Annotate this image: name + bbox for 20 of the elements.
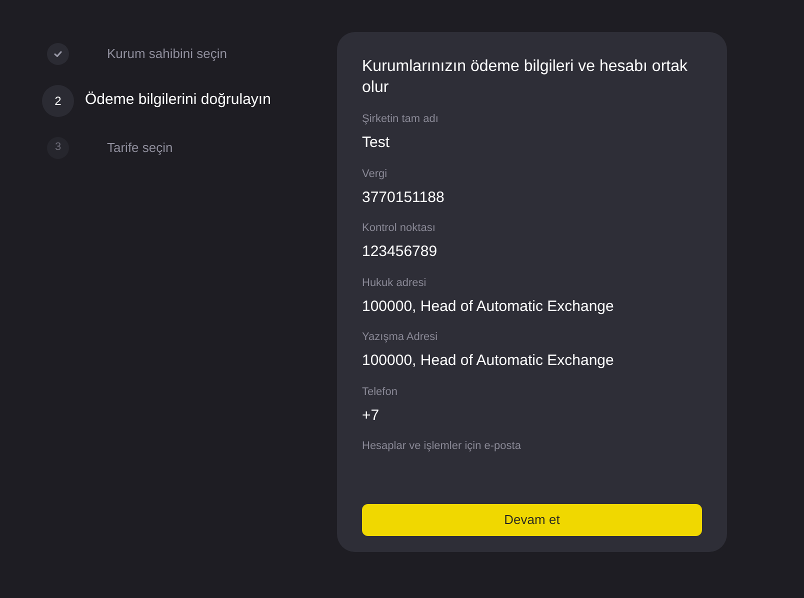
- field-value[interactable]: 100000, Head of Automatic Exchange: [362, 352, 614, 370]
- card-title: Kurumlarınızın ödeme bilgileri ve hesabı ortak olur: [362, 57, 688, 98]
- field-value[interactable]: 3770151188: [362, 188, 444, 206]
- step-label: Kurum sahibini seçin: [107, 44, 227, 63]
- step-number: 2: [42, 84, 74, 116]
- field-value[interactable]: 123456789: [362, 243, 438, 261]
- field-label: Hesaplar ve işlemler için e-posta: [362, 439, 522, 453]
- step-label: Ödeme bilgilerini doğrulayın: [85, 90, 271, 110]
- field-label: Telefon: [362, 384, 398, 398]
- field-label: Vergi: [362, 166, 388, 180]
- field-label: Kontrol noktası: [362, 221, 436, 235]
- step-label: Tarife seçin: [107, 138, 173, 157]
- field-label: Şirketin tam adı: [362, 112, 440, 126]
- field-value[interactable]: 100000, Head of Automatic Exchange: [362, 298, 614, 316]
- step-number: 3: [47, 136, 69, 158]
- field-value[interactable]: Test: [362, 134, 390, 152]
- field-label: Hukuk adresi: [362, 276, 428, 290]
- continue-button[interactable]: Devam et: [362, 504, 702, 536]
- field-value[interactable]: +7: [362, 406, 380, 424]
- field-label: Yazışma Adresi: [362, 330, 439, 344]
